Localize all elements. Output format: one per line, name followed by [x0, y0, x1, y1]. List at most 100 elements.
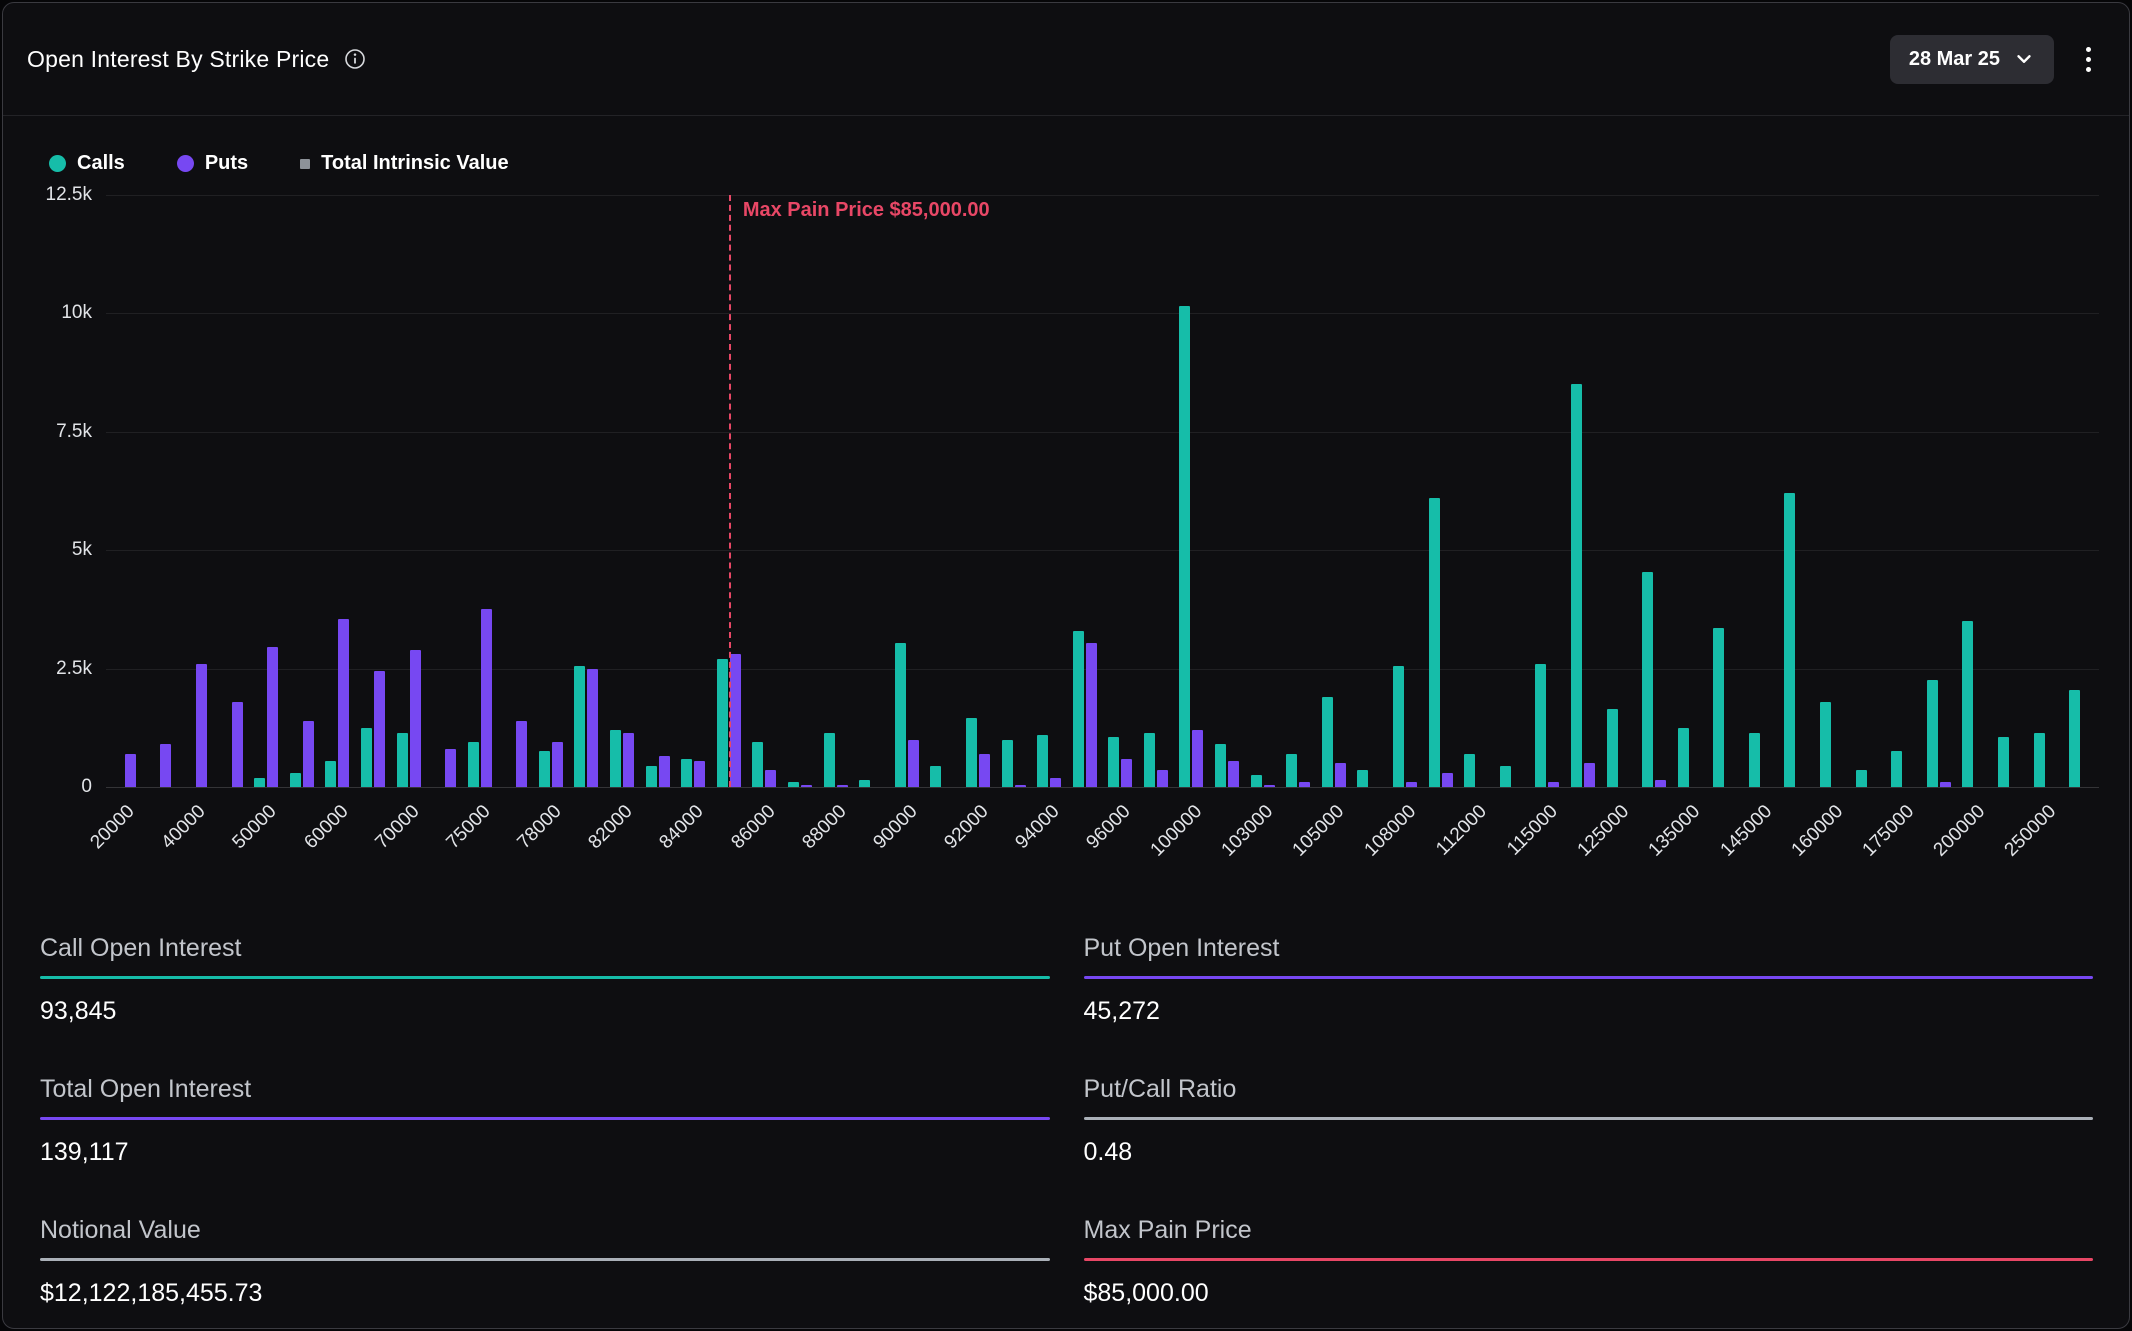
calls-bar-95000[interactable]: [1073, 631, 1084, 787]
calls-bar-130000[interactable]: [1642, 572, 1653, 787]
calls-bar-102000[interactable]: [1215, 744, 1226, 787]
puts-bar-45000[interactable]: [232, 702, 243, 787]
puts-bar-90000[interactable]: [908, 740, 919, 787]
puts-bar-86000[interactable]: [765, 770, 776, 787]
calls-bar-250000[interactable]: [2034, 733, 2045, 787]
calls-bar-135000[interactable]: [1678, 728, 1689, 787]
calls-bar-88000[interactable]: [824, 733, 835, 787]
open-interest-chart[interactable]: 02.5k5k7.5k10k12.5k200004000050000600007…: [106, 195, 2099, 787]
calls-bar-175000[interactable]: [1891, 751, 1902, 787]
legend-item-total-intrinsic-value[interactable]: Total Intrinsic Value: [300, 152, 508, 175]
calls-bar-150000[interactable]: [1784, 493, 1795, 787]
calls-bar-108000[interactable]: [1393, 666, 1404, 787]
puts-bar-83000[interactable]: [659, 756, 670, 787]
puts-bar-180000[interactable]: [1940, 782, 1951, 787]
calls-bar-180000[interactable]: [1927, 680, 1938, 787]
puts-bar-120000[interactable]: [1584, 763, 1595, 787]
calls-bar-112000[interactable]: [1464, 754, 1475, 787]
puts-bar-94000[interactable]: [1050, 778, 1061, 787]
puts-bar-115000[interactable]: [1548, 782, 1559, 787]
calls-bar-75000[interactable]: [468, 742, 479, 787]
puts-bar-20000[interactable]: [125, 754, 136, 787]
puts-bar-110000[interactable]: [1442, 773, 1453, 787]
calls-bar-104000[interactable]: [1286, 754, 1297, 787]
calls-bar-100000[interactable]: [1179, 306, 1190, 787]
puts-bar-108000[interactable]: [1406, 782, 1417, 787]
info-icon[interactable]: [343, 47, 367, 71]
puts-bar-103000[interactable]: [1264, 785, 1275, 787]
puts-bar-85000[interactable]: [730, 654, 741, 787]
calls-bar-110000[interactable]: [1429, 498, 1440, 787]
puts-bar-102000[interactable]: [1228, 761, 1239, 787]
calls-bar-106000[interactable]: [1357, 770, 1368, 787]
calls-bar-80000[interactable]: [574, 666, 585, 787]
max-pain-label: Max Pain Price $85,000.00: [743, 199, 990, 222]
calls-bar-300000[interactable]: [2069, 690, 2080, 787]
puts-bar-70000[interactable]: [410, 650, 421, 787]
puts-bar-60000[interactable]: [338, 619, 349, 787]
calls-bar-125000[interactable]: [1607, 709, 1618, 787]
legend-item-calls[interactable]: Calls: [49, 152, 125, 175]
calls-bar-170000[interactable]: [1856, 770, 1867, 787]
puts-bar-82000[interactable]: [623, 733, 634, 787]
calls-bar-85000[interactable]: [717, 659, 728, 787]
calls-bar-96000[interactable]: [1108, 737, 1119, 787]
calls-bar-60000[interactable]: [325, 761, 336, 787]
puts-bar-130000[interactable]: [1655, 780, 1666, 787]
calls-bar-105000[interactable]: [1322, 697, 1333, 787]
legend-item-puts[interactable]: Puts: [177, 152, 248, 175]
calls-bar-98000[interactable]: [1144, 733, 1155, 787]
puts-bar-76000[interactable]: [516, 721, 527, 787]
calls-bar-220000[interactable]: [1998, 737, 2009, 787]
calls-bar-84000[interactable]: [681, 759, 692, 787]
calls-bar-103000[interactable]: [1251, 775, 1262, 787]
chart-area: 02.5k5k7.5k10k12.5k200004000050000600007…: [3, 195, 2129, 917]
expiry-date-dropdown[interactable]: 28 Mar 25: [1890, 35, 2054, 84]
calls-bar-120000[interactable]: [1571, 384, 1582, 787]
calls-bar-82000[interactable]: [610, 730, 621, 787]
calls-bar-50000[interactable]: [254, 778, 265, 787]
calls-bar-70000[interactable]: [397, 733, 408, 787]
puts-bar-96000[interactable]: [1121, 759, 1132, 787]
calls-bar-94000[interactable]: [1037, 735, 1048, 787]
calls-bar-87000[interactable]: [788, 782, 799, 787]
stat-value: 139,117: [40, 1137, 1050, 1167]
puts-bar-50000[interactable]: [267, 647, 278, 787]
puts-bar-95000[interactable]: [1086, 643, 1097, 787]
calls-bar-92000[interactable]: [966, 718, 977, 787]
more-options-button[interactable]: [2082, 41, 2095, 78]
puts-bar-105000[interactable]: [1335, 763, 1346, 787]
puts-bar-55000[interactable]: [303, 721, 314, 787]
puts-bar-40000[interactable]: [196, 664, 207, 787]
puts-bar-72000[interactable]: [445, 749, 456, 787]
puts-bar-98000[interactable]: [1157, 770, 1168, 787]
puts-bar-78000[interactable]: [552, 742, 563, 787]
puts-bar-104000[interactable]: [1299, 782, 1310, 787]
calls-bar-83000[interactable]: [646, 766, 657, 787]
puts-bar-65000[interactable]: [374, 671, 385, 787]
calls-bar-145000[interactable]: [1749, 733, 1760, 787]
calls-bar-114000[interactable]: [1500, 766, 1511, 787]
puts-bar-88000[interactable]: [837, 785, 848, 787]
puts-bar-84000[interactable]: [694, 761, 705, 787]
puts-bar-75000[interactable]: [481, 609, 492, 787]
puts-bar-100000[interactable]: [1192, 730, 1203, 787]
calls-bar-65000[interactable]: [361, 728, 372, 787]
calls-bar-89000[interactable]: [859, 780, 870, 787]
puts-bar-80000[interactable]: [587, 669, 598, 787]
puts-bar-30000[interactable]: [160, 744, 171, 787]
calls-bar-86000[interactable]: [752, 742, 763, 787]
calls-bar-160000[interactable]: [1820, 702, 1831, 787]
puts-bar-93000[interactable]: [1015, 785, 1026, 787]
calls-bar-115000[interactable]: [1535, 664, 1546, 787]
calls-bar-93000[interactable]: [1002, 740, 1013, 787]
puts-bar-92000[interactable]: [979, 754, 990, 787]
x-axis-label: 108000: [1360, 801, 1420, 861]
calls-bar-91000[interactable]: [930, 766, 941, 787]
calls-bar-140000[interactable]: [1713, 628, 1724, 787]
calls-bar-90000[interactable]: [895, 643, 906, 787]
puts-bar-87000[interactable]: [801, 785, 812, 787]
calls-bar-78000[interactable]: [539, 751, 550, 787]
calls-bar-200000[interactable]: [1962, 621, 1973, 787]
calls-bar-55000[interactable]: [290, 773, 301, 787]
